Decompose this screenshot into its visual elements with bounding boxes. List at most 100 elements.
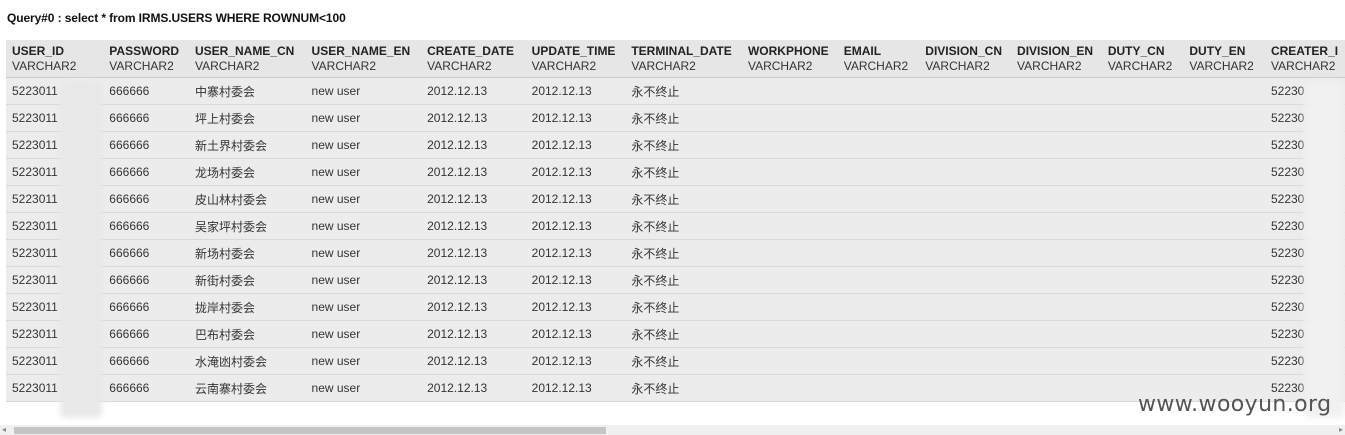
table-cell [1101,266,1184,294]
table-cell [1011,158,1102,186]
column-type: VARCHAR2 [194,59,260,73]
header-row: USER_ID VARCHAR2 PASSWORD VARCHAR2 USER_NAME… [6,40,1345,78]
column-type: VARCHAR2 [1270,59,1336,73]
column-header[interactable]: USER_NAME_CN VARCHAR2 [188,40,306,78]
table-row[interactable]: 5223011 666666 吴家坪村委会 new user 2012.12.13 201… [6,212,1345,240]
table-cell: new user [305,320,422,348]
column-name: UPDATE_TIME [531,44,616,58]
table-cell [919,239,1012,267]
table-row[interactable]: 5223011 666666 水淹凼村委会 new user 2012.12.13 201… [6,347,1345,375]
column-header[interactable]: CREATE_DATE VARCHAR2 [421,40,526,78]
table-row[interactable]: 5223011 666666 巴布村委会 new user 2012.12.13 2012… [6,320,1345,348]
column-header[interactable]: EMAIL VARCHAR2 [837,40,920,78]
scroll-right-arrow-icon[interactable]: ▸ [1337,426,1345,434]
column-name: TERMINAL_DATE [631,44,732,58]
table-cell [1101,131,1184,159]
column-header[interactable]: USER_NAME_EN VARCHAR2 [305,40,422,78]
table-row[interactable]: 5223011 666666 新场村委会 new user 2012.12.13 2012… [6,239,1345,267]
column-header[interactable]: DUTY_CN VARCHAR2 [1101,40,1184,78]
table-cell: 666666 [103,158,189,186]
table-cell: 龙场村委会 [188,158,306,186]
table-cell [837,239,920,267]
column-header[interactable]: DIVISION_CN VARCHAR2 [919,40,1012,78]
column-type: VARCHAR2 [843,59,909,73]
column-name: DUTY_CN [1107,44,1165,58]
table-cell: 666666 [103,293,189,321]
table-cell [919,320,1012,348]
table-cell [1101,77,1184,105]
table-cell [741,320,838,348]
column-header[interactable]: TERMINAL_DATE VARCHAR2 [625,40,742,78]
table-row[interactable]: 5223011 666666 龙场村委会 new user 2012.12.13 2012… [6,158,1345,186]
table-cell: 2012.12.13 [421,239,526,267]
table-cell [1183,131,1265,159]
table-row[interactable]: 5223011 666666 皮山林村委会 new user 2012.12.13 201… [6,185,1345,213]
table-cell: 2012.12.13 [525,374,626,402]
table-row[interactable]: 5223011 666666 中寨村委会 new user 2012.12.13 2012… [6,77,1345,105]
table-row[interactable]: 5223011 666666 坪上村委会 new user 2012.12.13 2012… [6,104,1345,132]
table-cell: 皮山林村委会 [188,185,306,213]
table-cell: 永不终止 [625,266,742,294]
table-row[interactable]: 5223011 666666 新街村委会 new user 2012.12.13 2012… [6,266,1345,294]
table-cell: new user [305,293,422,321]
table-cell: 2012.12.13 [421,212,526,240]
table-cell [837,347,920,375]
table-cell [741,239,838,267]
result-grid: USER_ID VARCHAR2 PASSWORD VARCHAR2 USER_NAME… [6,40,1345,421]
redaction-blur-creater [1304,82,1345,418]
column-header[interactable]: CREATER_I VARCHAR2 [1264,40,1345,78]
table-cell: new user [305,77,422,105]
table-cell: 666666 [103,104,189,132]
column-header[interactable]: DUTY_EN VARCHAR2 [1183,40,1265,78]
table-cell: 永不终止 [625,239,742,267]
table-row[interactable]: 5223011 666666 新土界村委会 new user 2012.12.13 201… [6,131,1345,159]
table-cell: 2012.12.13 [421,158,526,186]
scroll-left-arrow-icon[interactable]: ◂ [0,426,8,434]
table-cell [1101,104,1184,132]
table-cell: new user [305,266,422,294]
table-cell [1101,239,1184,267]
table-cell [837,266,920,294]
column-header[interactable]: UPDATE_TIME VARCHAR2 [525,40,626,78]
table-cell [1183,158,1265,186]
column-type: VARCHAR2 [1107,59,1173,73]
column-header[interactable]: WORKPHONE VARCHAR2 [741,40,838,78]
table-cell [919,374,1012,402]
table-cell: 2012.12.13 [525,320,626,348]
column-name: USER_ID [12,44,65,58]
table-cell: 2012.12.13 [525,347,626,375]
table-cell [1183,293,1265,321]
column-header[interactable]: USER_ID VARCHAR2 [6,40,104,78]
table-cell: 2012.12.13 [525,77,626,105]
table-cell: 2012.12.13 [525,131,626,159]
column-header[interactable]: PASSWORD VARCHAR2 [103,40,189,78]
table-cell: 666666 [103,239,189,267]
table-cell [741,374,838,402]
table-cell: new user [305,104,422,132]
table-cell [741,104,838,132]
scrollbar-thumb[interactable] [14,427,606,434]
table-cell: new user [305,185,422,213]
table-cell: 永不终止 [625,104,742,132]
table-cell [741,212,838,240]
table-cell [741,185,838,213]
table-row[interactable]: 5223011 666666 拢岸村委会 new user 2012.12.13 2012… [6,293,1345,321]
table-cell [1101,347,1184,375]
table-cell [741,131,838,159]
table-cell [1101,158,1184,186]
table-cell [741,158,838,186]
table-cell: 666666 [103,266,189,294]
table-cell [1101,293,1184,321]
table-header: USER_ID VARCHAR2 PASSWORD VARCHAR2 USER_NAME… [6,40,1345,78]
table-cell: 永不终止 [625,185,742,213]
column-header[interactable]: DIVISION_EN VARCHAR2 [1011,40,1102,78]
horizontal-scrollbar[interactable]: ◂ ▸ [0,425,1345,435]
table-cell: new user [305,212,422,240]
table-cell: 永不终止 [625,293,742,321]
table-cell: 2012.12.13 [525,158,626,186]
table-cell: 新土界村委会 [188,131,306,159]
table-cell: 吴家坪村委会 [188,212,306,240]
column-type: VARCHAR2 [311,59,376,73]
table-cell [1101,185,1184,213]
table-cell [741,293,838,321]
